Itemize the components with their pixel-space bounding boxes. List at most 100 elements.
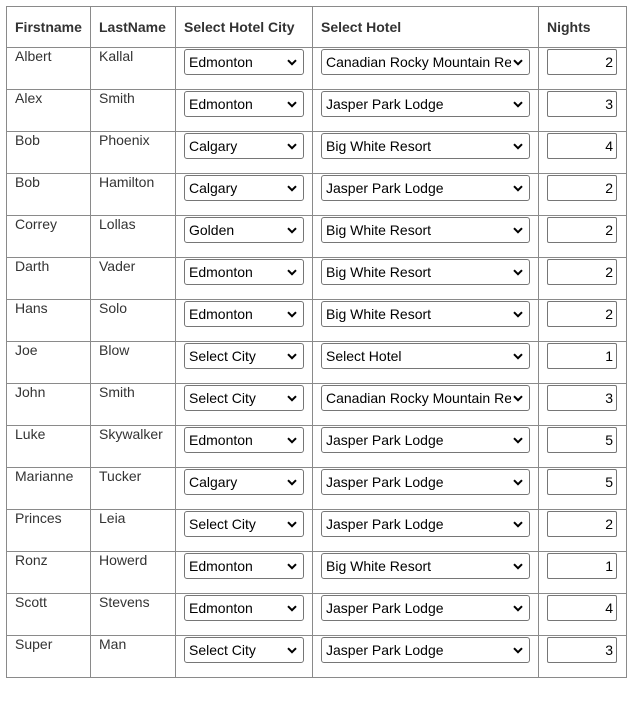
hotel-cell: Big White Resort bbox=[312, 131, 539, 174]
chevron-down-icon bbox=[285, 50, 299, 74]
hotel-select[interactable]: Jasper Park Lodge bbox=[321, 175, 530, 201]
lastname: Lollas bbox=[99, 216, 136, 232]
nights-input[interactable]: 3 bbox=[547, 637, 617, 663]
hotel-select[interactable]: Select Hotel bbox=[321, 343, 530, 369]
header-lastname: LastName bbox=[90, 6, 176, 48]
lastname-cell: Tucker bbox=[90, 467, 176, 510]
city-cell: Calgary bbox=[175, 467, 313, 510]
nights-cell: 2 bbox=[538, 509, 627, 552]
lastname-cell: Smith bbox=[90, 89, 176, 132]
nights-input[interactable]: 5 bbox=[547, 427, 617, 453]
lastname: Stevens bbox=[99, 594, 150, 610]
table-row: Correy Lollas Golden Big White Resort 2 bbox=[6, 215, 627, 258]
city-select[interactable]: Edmonton bbox=[184, 49, 304, 75]
hotel-select-value: Select Hotel bbox=[326, 348, 402, 364]
lastname-cell: Smith bbox=[90, 383, 176, 426]
nights-input[interactable]: 2 bbox=[547, 301, 617, 327]
city-select[interactable]: Edmonton bbox=[184, 553, 304, 579]
lastname: Tucker bbox=[99, 468, 142, 484]
nights-cell: 3 bbox=[538, 635, 627, 678]
chevron-down-icon bbox=[285, 302, 299, 326]
table-row: Bob Phoenix Calgary Big White Resort 4 bbox=[6, 131, 627, 174]
city-select[interactable]: Golden bbox=[184, 217, 304, 243]
nights-input[interactable]: 2 bbox=[547, 217, 617, 243]
firstname: Scott bbox=[15, 594, 47, 610]
lastname: Smith bbox=[99, 384, 135, 400]
firstname: Hans bbox=[15, 300, 48, 316]
firstname: Bob bbox=[15, 132, 40, 148]
city-select[interactable]: Select City bbox=[184, 385, 304, 411]
hotel-select[interactable]: Jasper Park Lodge bbox=[321, 637, 530, 663]
city-select[interactable]: Edmonton bbox=[184, 259, 304, 285]
nights-input[interactable]: 1 bbox=[547, 343, 617, 369]
nights-input[interactable]: 1 bbox=[547, 553, 617, 579]
hotel-select[interactable]: Big White Resort bbox=[321, 259, 530, 285]
city-select[interactable]: Select City bbox=[184, 511, 304, 537]
lastname: Kallal bbox=[99, 48, 134, 64]
nights-input[interactable]: 2 bbox=[547, 511, 617, 537]
nights-input[interactable]: 2 bbox=[547, 49, 617, 75]
chevron-down-icon bbox=[285, 386, 299, 410]
hotel-select[interactable]: Big White Resort bbox=[321, 301, 530, 327]
hotel-booking-table: Firstname LastName Select Hotel City Sel… bbox=[6, 6, 627, 678]
firstname-cell: Marianne bbox=[6, 467, 91, 510]
firstname-cell: Bob bbox=[6, 131, 91, 174]
chevron-down-icon bbox=[511, 554, 525, 578]
hotel-select-value: Big White Resort bbox=[326, 558, 432, 574]
lastname: Skywalker bbox=[99, 426, 163, 442]
firstname: Luke bbox=[15, 426, 46, 442]
hotel-cell: Big White Resort bbox=[312, 215, 539, 258]
firstname: Bob bbox=[15, 174, 40, 190]
hotel-select[interactable]: Big White Resort bbox=[321, 133, 530, 159]
chevron-down-icon bbox=[285, 218, 299, 242]
city-select[interactable]: Edmonton bbox=[184, 301, 304, 327]
table-row: Bob Hamilton Calgary Jasper Park Lodge 2 bbox=[6, 173, 627, 216]
hotel-select[interactable]: Jasper Park Lodge bbox=[321, 469, 530, 495]
city-cell: Calgary bbox=[175, 131, 313, 174]
hotel-select[interactable]: Jasper Park Lodge bbox=[321, 595, 530, 621]
nights-input[interactable]: 2 bbox=[547, 259, 617, 285]
table-row: Scott Stevens Edmonton Jasper Park Lodge… bbox=[6, 593, 627, 636]
nights-input[interactable]: 4 bbox=[547, 133, 617, 159]
table-row: Darth Vader Edmonton Big White Resort 2 bbox=[6, 257, 627, 300]
nights-cell: 4 bbox=[538, 593, 627, 636]
nights-input[interactable]: 3 bbox=[547, 385, 617, 411]
hotel-select[interactable]: Jasper Park Lodge bbox=[321, 91, 530, 117]
header-firstname: Firstname bbox=[6, 6, 91, 48]
firstname: Super bbox=[15, 636, 53, 652]
lastname-cell: Hamilton bbox=[90, 173, 176, 216]
city-select[interactable]: Edmonton bbox=[184, 427, 304, 453]
chevron-down-icon bbox=[511, 134, 525, 158]
hotel-select[interactable]: Big White Resort bbox=[321, 553, 530, 579]
chevron-down-icon bbox=[285, 512, 299, 536]
chevron-down-icon bbox=[285, 596, 299, 620]
hotel-select[interactable]: Jasper Park Lodge bbox=[321, 427, 530, 453]
chevron-down-icon bbox=[511, 596, 525, 620]
nights-cell: 2 bbox=[538, 47, 627, 90]
hotel-select-value: Jasper Park Lodge bbox=[326, 642, 444, 658]
city-select[interactable]: Calgary bbox=[184, 469, 304, 495]
lastname-cell: Howerd bbox=[90, 551, 176, 594]
hotel-select[interactable]: Canadian Rocky Mountain Re bbox=[321, 385, 530, 411]
city-select[interactable]: Select City bbox=[184, 637, 304, 663]
table-row: Alex Smith Edmonton Jasper Park Lodge 3 bbox=[6, 89, 627, 132]
firstname-cell: Alex bbox=[6, 89, 91, 132]
nights-input[interactable]: 5 bbox=[547, 469, 617, 495]
city-cell: Select City bbox=[175, 635, 313, 678]
hotel-cell: Big White Resort bbox=[312, 257, 539, 300]
city-select[interactable]: Calgary bbox=[184, 175, 304, 201]
hotel-select[interactable]: Big White Resort bbox=[321, 217, 530, 243]
city-select[interactable]: Select City bbox=[184, 343, 304, 369]
nights-cell: 5 bbox=[538, 425, 627, 468]
city-select[interactable]: Edmonton bbox=[184, 595, 304, 621]
nights-input[interactable]: 2 bbox=[547, 175, 617, 201]
hotel-select[interactable]: Canadian Rocky Mountain Re bbox=[321, 49, 530, 75]
city-select[interactable]: Edmonton bbox=[184, 91, 304, 117]
hotel-select[interactable]: Jasper Park Lodge bbox=[321, 511, 530, 537]
nights-input[interactable]: 3 bbox=[547, 91, 617, 117]
city-select[interactable]: Calgary bbox=[184, 133, 304, 159]
table-row: Joe Blow Select City Select Hotel 1 bbox=[6, 341, 627, 384]
nights-input[interactable]: 4 bbox=[547, 595, 617, 621]
firstname: Ronz bbox=[15, 552, 48, 568]
lastname: Hamilton bbox=[99, 174, 155, 190]
